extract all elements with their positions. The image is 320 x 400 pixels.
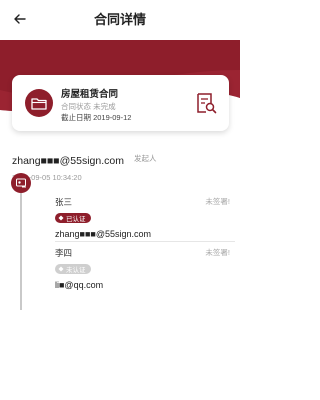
initiator-email: zhang■■■@55sign.com (12, 155, 124, 167)
app-header: 合同详情 (0, 0, 240, 38)
signer-contact: li■@qq.com (55, 280, 104, 290)
signer-contact: zhang■■■@55sign.com (55, 229, 151, 239)
initiator-row: zhang■■■@55sign.com 发起人 (12, 151, 232, 167)
signer-state: 未签署! (205, 248, 230, 257)
page-title: 合同详情 (93, 12, 146, 27)
timeline-line (20, 190, 22, 310)
signer-state: 未签署! (205, 197, 230, 206)
signer-item[interactable]: 李四 未签署! 未认证 li■@qq.com (55, 247, 235, 290)
document-search-icon (197, 93, 217, 114)
signature-icon (16, 178, 26, 188)
divider (55, 241, 235, 242)
badge-label: 未认证 (66, 267, 86, 274)
badge-label: 已认证 (66, 216, 86, 223)
diamond-icon (58, 266, 64, 272)
unverified-badge: 未认证 (55, 264, 91, 274)
signer-item[interactable]: 张三 未签署! 已认证 zhang■■■@55sign.com (55, 196, 235, 239)
contract-folder (25, 89, 53, 117)
initiator-label: 发起人 (134, 154, 157, 163)
preview-document-button[interactable] (194, 91, 218, 115)
signer-avatar (11, 173, 31, 193)
contract-name: 房屋租赁合同 (61, 89, 119, 100)
diamond-icon (58, 215, 64, 221)
contract-status: 合同状态 未完成 (61, 102, 116, 111)
contract-deadline: 截止日期 2019-09-12 (61, 113, 132, 122)
contract-card[interactable]: 房屋租赁合同 合同状态 未完成 截止日期 2019-09-12 (12, 75, 229, 131)
verified-badge: 已认证 (55, 213, 91, 223)
folder-icon (31, 97, 47, 110)
